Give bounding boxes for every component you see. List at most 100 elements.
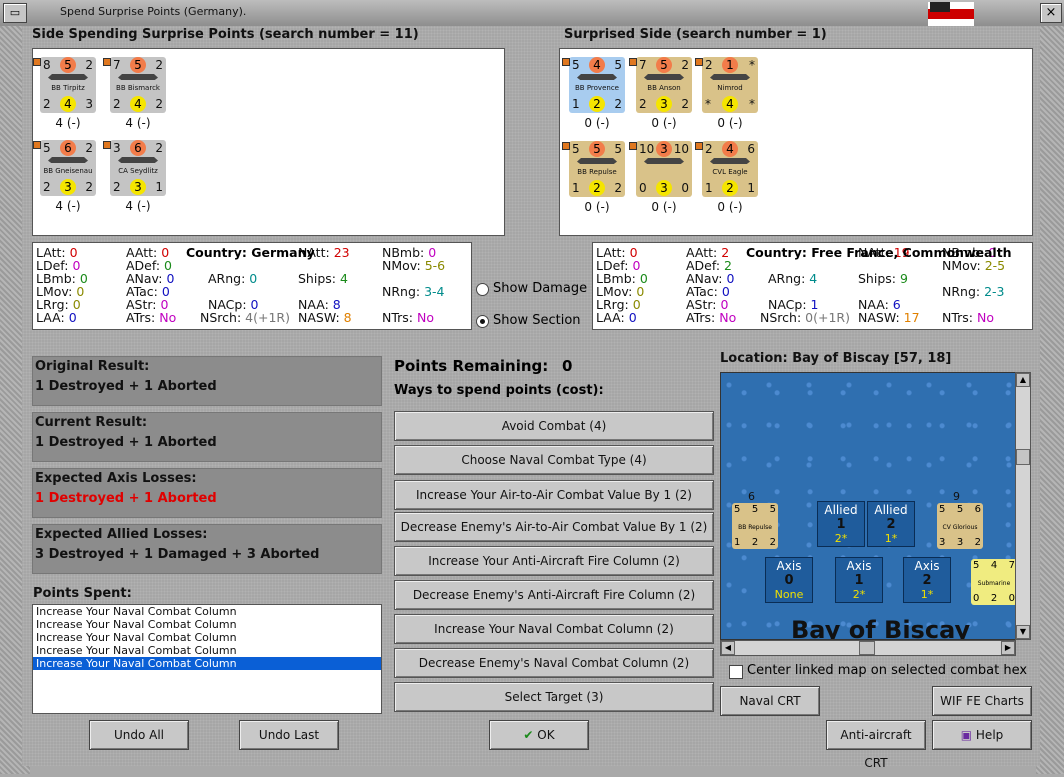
map-view[interactable]: Bay of Biscay Allied 1 2* Allied 2 1* Axis 0 Non… <box>720 372 1016 640</box>
unit-counter[interactable]: 7 5 2 BB Anson 2 3 2 <box>636 57 692 113</box>
scroll-up-icon[interactable]: ▲ <box>1016 373 1030 387</box>
unit-name: BB Repulse <box>577 168 617 176</box>
spending-side-header: Side Spending Surprise Points (search nu… <box>32 27 419 42</box>
unit-marker-icon <box>562 58 570 66</box>
ship-icon <box>577 158 617 164</box>
unit-counter[interactable]: 5 6 2 BB Gneisenau 2 3 2 <box>40 140 96 196</box>
unit-counter[interactable]: 7 5 2 BB Bismarck 2 4 2 <box>110 57 166 113</box>
stat-arng: ARng: 4 <box>768 271 817 286</box>
unit-counter[interactable]: 2 4 6 CVL Eagle 1 2 1 <box>702 141 758 197</box>
unit-factor: 3 <box>939 537 946 548</box>
stat-atrs: ATrs: No <box>686 310 736 325</box>
unit-counter[interactable]: 5 4 5 BB Provence 1 2 2 <box>569 57 625 113</box>
undo-all-button[interactable]: Undo All <box>89 720 189 750</box>
unit-strength: 4 (-) <box>55 199 81 213</box>
list-item[interactable]: Increase Your Naval Combat Column <box>33 631 381 644</box>
unit-bottom-circle: 3 <box>656 96 672 112</box>
map-location: Location: Bay of Biscay [57, 18] <box>720 351 952 366</box>
list-item[interactable]: Increase Your Naval Combat Column <box>33 644 381 657</box>
box-sub: 1* <box>920 588 934 601</box>
scroll-left-icon[interactable]: ◀ <box>721 641 735 655</box>
box-label: Allied <box>874 503 908 517</box>
system-menu-button[interactable]: ▭ <box>3 3 27 23</box>
map-vertical-scrollbar[interactable]: ▲ ▼ <box>1015 372 1031 640</box>
spend-option-button[interactable]: Avoid Combat (4) <box>394 411 714 441</box>
ok-button[interactable]: ✔ OK <box>489 720 589 750</box>
unit-factor: 2 <box>155 141 163 155</box>
spend-option-button[interactable]: Decrease Enemy's Anti-Aircraft Fire Colu… <box>394 580 714 610</box>
naval-crt-button[interactable]: Naval CRT <box>720 686 820 716</box>
unit-factor: 5 <box>614 58 622 72</box>
unit-bottom-row: 332 <box>939 537 981 548</box>
ship-icon <box>710 74 750 80</box>
stat-value: No <box>977 310 994 325</box>
show-damage-radio[interactable] <box>476 283 489 296</box>
unit-counter[interactable]: 5 5 5 BB Repulse 1 2 2 <box>569 141 625 197</box>
spend-option-button[interactable]: Increase Your Air-to-Air Combat Value By… <box>394 480 714 510</box>
stat-value: No <box>159 310 177 325</box>
show-section-radio[interactable] <box>476 315 489 328</box>
axis-losses-box: Expected Axis Losses: 1 Destroyed + 1 Ab… <box>32 468 382 518</box>
spend-option-button[interactable]: Increase Your Anti-Aircraft Fire Column … <box>394 546 714 576</box>
center-linked-label[interactable]: Center linked map on selected combat hex <box>747 663 1027 678</box>
spend-option-button[interactable]: Select Target (3) <box>394 682 714 712</box>
unit-factor: 8 <box>43 58 51 72</box>
unit-name: BB Tirpitz <box>51 84 85 92</box>
unit-counter[interactable]: 3 6 2 CA Seydlitz 2 3 1 <box>110 140 166 196</box>
unit-strength: 0 (-) <box>651 116 677 130</box>
stat-label: NSrch: <box>200 310 242 325</box>
unit-counter[interactable]: 8 5 2 BB Tirpitz 2 4 3 <box>40 57 96 113</box>
unit-marker-icon <box>103 141 111 149</box>
spend-option-button[interactable]: Choose Naval Combat Type (4) <box>394 445 714 475</box>
axis-combat-box[interactable]: Axis 2 1* <box>903 557 951 603</box>
spend-option-button[interactable]: Increase Your Naval Combat Column (2) <box>394 614 714 644</box>
unit-marker-icon <box>629 58 637 66</box>
scroll-thumb-horizontal[interactable] <box>859 641 875 655</box>
map-horizontal-scrollbar[interactable]: ◀ ▶ <box>720 640 1016 656</box>
map-unit[interactable]: 5 5 5 BB Repulse 1 2 2 <box>732 503 778 549</box>
list-item[interactable]: Increase Your Naval Combat Column <box>33 605 381 618</box>
unit-counter[interactable]: 2 1 * Nimrod * 4 * <box>702 57 758 113</box>
original-result-value: 1 Destroyed + 1 Aborted <box>35 379 217 394</box>
unit-factor: 6 <box>974 504 981 515</box>
axis-combat-box[interactable]: Axis 0 None <box>765 557 813 603</box>
scroll-right-icon[interactable]: ▶ <box>1001 641 1015 655</box>
map-unit[interactable]: 5 5 6 CV Glorious 3 3 2 <box>937 503 983 549</box>
close-button[interactable]: × <box>1040 3 1062 23</box>
unit-factor: 5 <box>614 142 622 156</box>
unit-bottom-circle: 3 <box>60 179 76 195</box>
surprised-side-header: Surprised Side (search number = 1) <box>564 27 827 42</box>
allied-combat-box[interactable]: Allied 1 2* <box>817 501 865 547</box>
points-spent-list[interactable]: Increase Your Naval Combat Column Increas… <box>32 604 382 714</box>
aa-crt-button[interactable]: Anti-aircraft CRT <box>826 720 926 770</box>
unit-bottom-circle: 4 <box>60 96 76 112</box>
spend-option-button[interactable]: Decrease Enemy's Naval Combat Column (2) <box>394 648 714 678</box>
unit-top-circle: 5 <box>130 57 146 73</box>
unit-factor: 10 <box>639 142 655 156</box>
wif-charts-button[interactable]: WIF FE Charts <box>932 686 1032 716</box>
help-label: Help <box>975 728 1004 742</box>
axis-combat-box[interactable]: Axis 1 2* <box>835 557 883 603</box>
map-unit[interactable]: 5 4 7 Submarine 0 2 0 <box>971 559 1015 605</box>
stat-value: 0 <box>68 310 77 325</box>
allied-combat-box[interactable]: Allied 2 1* <box>867 501 915 547</box>
unit-marker-icon <box>629 142 637 150</box>
show-damage-label[interactable]: Show Damage <box>493 281 587 296</box>
help-button[interactable]: ▣ Help <box>932 720 1032 750</box>
list-item[interactable]: Increase Your Naval Combat Column <box>33 657 381 670</box>
unit-top-circle: 5 <box>589 141 605 157</box>
scroll-thumb-vertical[interactable] <box>1016 449 1030 465</box>
scroll-down-icon[interactable]: ▼ <box>1016 625 1030 639</box>
spend-option-button[interactable]: Decrease Enemy's Air-to-Air Combat Value… <box>394 512 714 542</box>
show-section-label[interactable]: Show Section <box>493 313 581 328</box>
unit-counter[interactable]: 10 3 10 0 3 0 <box>636 141 692 197</box>
stat-label: ARng: <box>768 271 806 286</box>
center-linked-checkbox[interactable] <box>729 665 743 679</box>
ship-icon <box>48 157 88 163</box>
ok-label: OK <box>537 728 555 742</box>
unit-bottom-circle: 4 <box>722 96 738 112</box>
unit-factor: 3 <box>113 141 121 155</box>
undo-last-button[interactable]: Undo Last <box>239 720 339 750</box>
list-item[interactable]: Increase Your Naval Combat Column <box>33 618 381 631</box>
unit-factor: 1 <box>572 97 580 111</box>
